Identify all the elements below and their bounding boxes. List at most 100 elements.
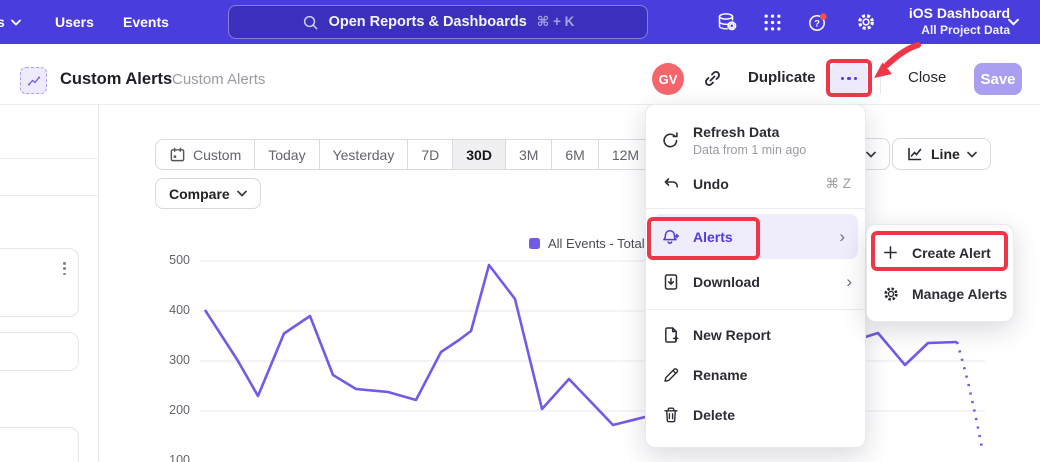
nav-partial-label: s — [0, 14, 5, 30]
download-icon — [661, 273, 680, 291]
menu-item-rename[interactable]: Rename — [646, 355, 865, 395]
date-range-label: 6M — [565, 147, 584, 163]
chart-legend[interactable]: All Events - Total — [529, 236, 645, 251]
settings-gear-icon — [856, 12, 876, 32]
y-axis-label: 200 — [158, 403, 190, 417]
date-range-label: Today — [268, 147, 305, 163]
apps-grid-icon — [763, 13, 782, 32]
date-range-label: 30D — [466, 147, 492, 163]
y-axis-label: 400 — [158, 303, 190, 317]
menu-item-download[interactable]: Download › — [646, 259, 865, 304]
date-range-yesterday[interactable]: Yesterday — [319, 140, 408, 169]
menu-item-new-report[interactable]: New Report — [646, 315, 865, 355]
menu-item-refresh-data[interactable]: Refresh Data Data from 1 min ago — [646, 115, 865, 165]
date-range-custom[interactable]: Custom — [156, 140, 254, 169]
y-axis-label: 100 — [158, 453, 190, 462]
sidebar-divider — [0, 158, 99, 159]
dot — [841, 77, 845, 81]
y-axis-label: 500 — [158, 253, 190, 267]
avatar[interactable]: GV — [652, 63, 684, 95]
submenu-item-label: Manage Alerts — [912, 286, 1007, 302]
menu-divider — [646, 208, 865, 209]
global-search-input[interactable]: Open Reports & Dashboards ⌘ + K — [228, 5, 648, 39]
submenu-item-label: Create Alert — [912, 245, 991, 261]
help-icon: ? — [807, 12, 828, 33]
bell-plus-icon — [661, 227, 680, 246]
chevron-down-icon — [866, 151, 876, 158]
date-range-6m[interactable]: 6M — [551, 140, 597, 169]
alerts-submenu: Create Alert Manage Alerts — [866, 224, 1014, 322]
chevron-down-icon — [11, 19, 21, 26]
duplicate-button[interactable]: Duplicate — [748, 69, 816, 86]
refresh-icon — [661, 131, 680, 150]
divider — [880, 64, 881, 94]
menu-item-label: Alerts — [693, 229, 733, 245]
menu-item-sublabel: Data from 1 min ago — [693, 143, 806, 157]
chevron-down-icon — [237, 190, 247, 197]
submenu-item-manage-alerts[interactable]: Manage Alerts — [867, 273, 1013, 314]
compare-button[interactable]: Compare — [155, 178, 261, 209]
menu-item-alerts[interactable]: Alerts › — [653, 214, 858, 259]
menu-item-label: New Report — [693, 327, 771, 343]
menu-item-label: Undo — [693, 176, 729, 192]
submenu-chevron-icon: › — [839, 228, 845, 245]
link-icon — [702, 68, 723, 89]
database-gear-icon — [716, 11, 738, 33]
nav-users-label: Users — [55, 14, 94, 30]
date-range-label: Yesterday — [333, 147, 395, 163]
legend-swatch — [529, 238, 540, 249]
project-name: iOS Dashboard — [909, 4, 1010, 23]
settings-button[interactable] — [856, 0, 876, 44]
menu-item-delete[interactable]: Delete — [646, 395, 865, 435]
trash-icon — [661, 406, 680, 424]
date-range-3m[interactable]: 3M — [505, 140, 551, 169]
nav-item-partial[interactable]: s — [0, 0, 21, 44]
compare-label: Compare — [169, 186, 230, 202]
chart-type-button[interactable]: Line — [892, 138, 991, 170]
date-range-7d[interactable]: 7D — [407, 140, 452, 169]
date-range-label: 7D — [421, 147, 439, 163]
line-chart-icon — [906, 145, 924, 163]
project-switcher-chevron[interactable] — [1008, 0, 1019, 44]
date-range-12m[interactable]: 12M — [598, 140, 652, 169]
search-placeholder: Open Reports & Dashboards — [329, 14, 527, 30]
report-icon-tile — [20, 67, 47, 94]
new-report-icon — [661, 326, 680, 344]
chevron-down-icon — [967, 151, 977, 158]
app-window: 500400300200100 All Events - Total s Use… — [0, 0, 1040, 462]
page-title: Custom Alerts — [60, 70, 172, 89]
share-link-button[interactable] — [702, 68, 723, 89]
date-range-label: 12M — [612, 147, 639, 163]
gear-icon — [881, 285, 900, 303]
nav-item-events[interactable]: Events — [123, 0, 169, 44]
menu-item-label: Refresh Data — [693, 124, 806, 140]
sidebar-card[interactable] — [0, 332, 79, 371]
nav-item-users[interactable]: Users — [55, 0, 94, 44]
save-button[interactable]: Save — [974, 63, 1022, 95]
close-button[interactable]: Close — [908, 69, 946, 86]
search-icon — [302, 14, 319, 31]
submenu-item-create-alert[interactable]: Create Alert — [867, 232, 1013, 273]
more-options-menu: Refresh Data Data from 1 min ago Undo ⌘ … — [645, 104, 866, 448]
line-report-icon — [26, 73, 42, 89]
chart-type-label: Line — [931, 146, 960, 162]
help-button[interactable]: ? — [807, 0, 828, 44]
dot — [847, 77, 851, 81]
date-range-today[interactable]: Today — [254, 140, 318, 169]
search-shortcut: ⌘ + K — [537, 14, 575, 30]
card-menu-kebab[interactable] — [63, 262, 66, 275]
project-scope: All Project Data — [909, 23, 1010, 38]
date-range-30d[interactable]: 30D — [452, 140, 505, 169]
sidebar-card[interactable] — [0, 427, 79, 462]
legend-label: All Events - Total — [548, 236, 645, 251]
sidebar-card[interactable] — [0, 248, 79, 317]
more-options-button[interactable] — [831, 63, 867, 94]
plus-icon — [881, 244, 900, 261]
breadcrumb: Custom Alerts — [172, 71, 265, 88]
data-management-button[interactable] — [716, 0, 738, 44]
menu-item-undo[interactable]: Undo ⌘ Z — [646, 165, 865, 203]
project-switcher[interactable]: iOS Dashboard All Project Data — [909, 4, 1010, 38]
apps-button[interactable] — [763, 0, 782, 44]
chevron-down-icon — [1008, 18, 1019, 26]
menu-item-label: Delete — [693, 407, 735, 423]
